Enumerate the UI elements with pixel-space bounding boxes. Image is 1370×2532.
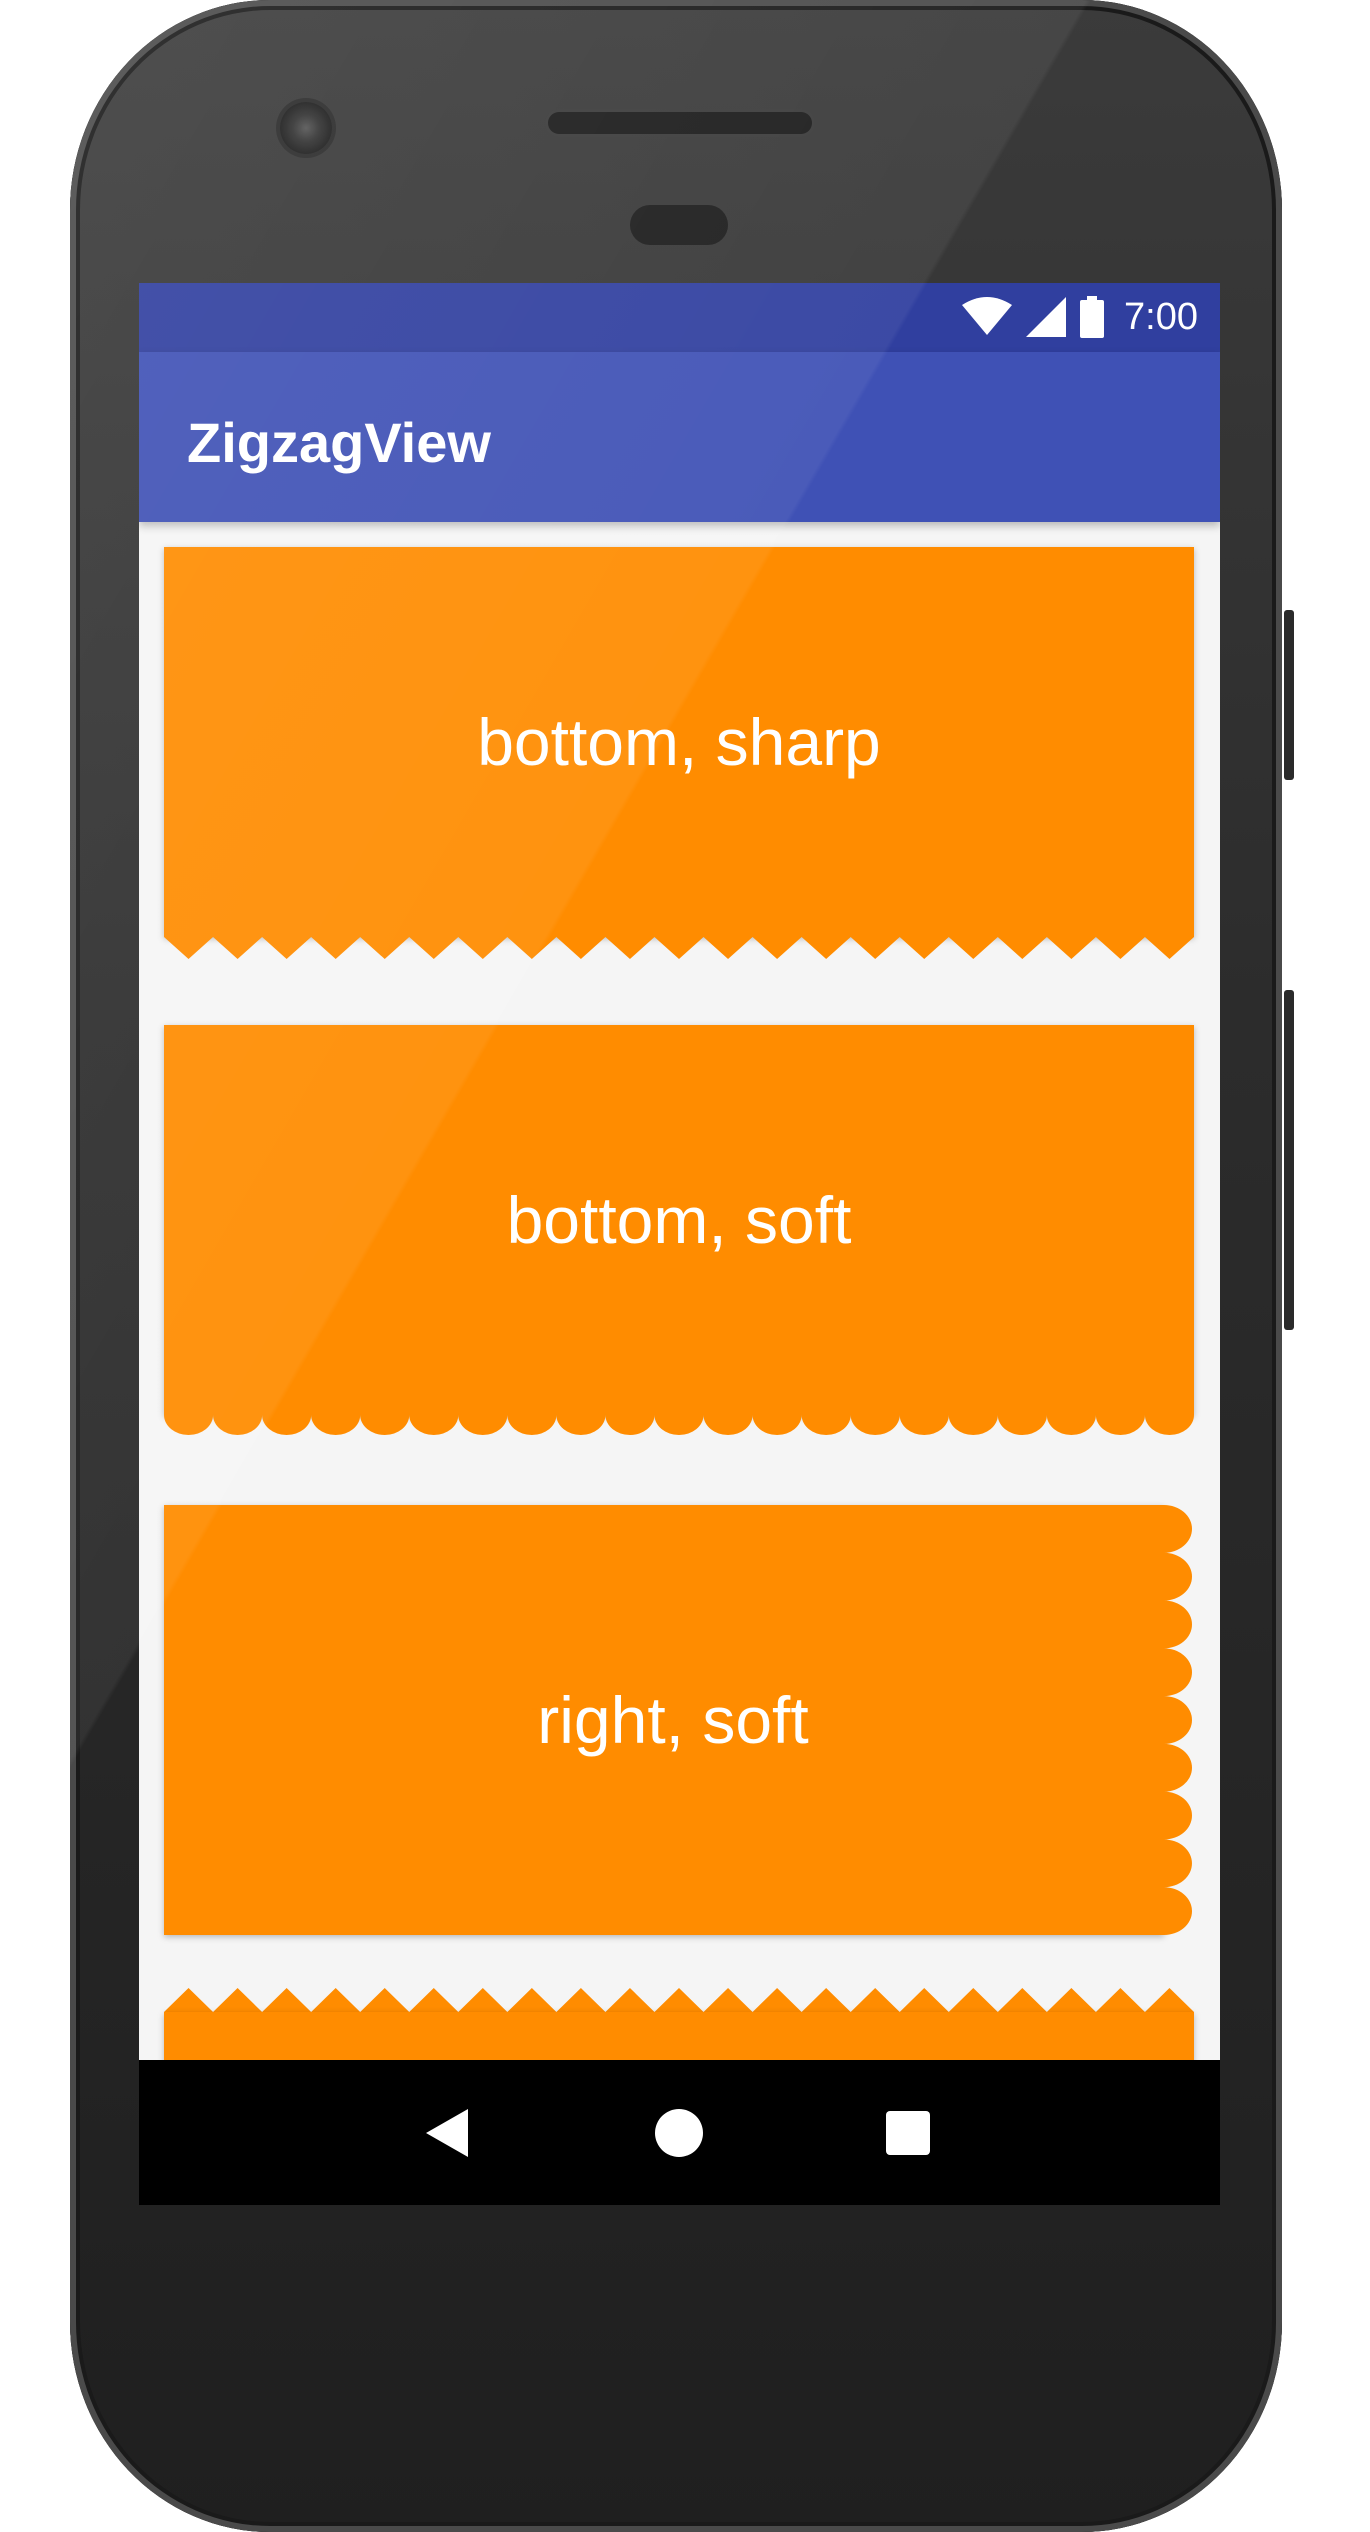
zigzag-teeth — [164, 937, 1194, 959]
zigzag-edge-soft-right — [1164, 1505, 1192, 1935]
proximity-sensor — [630, 205, 728, 245]
card-label: bottom, soft — [506, 1183, 852, 1257]
stage: 7:00 ZigzagView bottom, sharp bottom, so… — [0, 0, 1370, 2532]
back-icon — [426, 2108, 468, 2157]
wifi-icon — [962, 297, 1013, 335]
zigzag-edge-sharp-top — [164, 1988, 1194, 2012]
status-time: 7:00 — [1124, 295, 1198, 338]
zigzag-edge-sharp-bottom — [164, 937, 1194, 959]
zigzag-scallops — [1164, 1505, 1192, 1935]
power-button — [1284, 610, 1294, 780]
home-icon — [655, 2108, 703, 2157]
zigzag-teeth — [164, 1988, 1194, 2012]
home-button[interactable] — [609, 2060, 749, 2205]
zigzag-card-right-soft: right, soft — [164, 1505, 1164, 1935]
recents-icon — [886, 2110, 930, 2155]
front-camera — [280, 102, 332, 154]
battery-icon — [1080, 296, 1105, 338]
card-label: right, soft — [537, 1683, 809, 1757]
status-bar: 7:00 — [139, 283, 1220, 352]
zigzag-edge-soft-bottom — [164, 1415, 1194, 1435]
earpiece-speaker — [548, 112, 812, 134]
recents-button[interactable] — [838, 2060, 978, 2205]
status-icons: 7:00 — [962, 295, 1198, 339]
cellular-signal-icon — [1026, 297, 1067, 337]
back-button[interactable] — [377, 2060, 517, 2205]
zigzag-scallops — [164, 1415, 1194, 1435]
card-label: bottom, sharp — [477, 705, 881, 779]
app-bar: ZigzagView — [139, 352, 1220, 522]
zigzag-card-bottom-sharp: bottom, sharp — [164, 547, 1194, 937]
volume-button — [1284, 990, 1294, 1330]
zigzag-card-bottom-soft: bottom, soft — [164, 1025, 1194, 1415]
navigation-bar — [139, 2060, 1220, 2205]
app-title: ZigzagView — [187, 411, 491, 474]
screen: 7:00 ZigzagView bottom, sharp bottom, so… — [139, 283, 1220, 2205]
